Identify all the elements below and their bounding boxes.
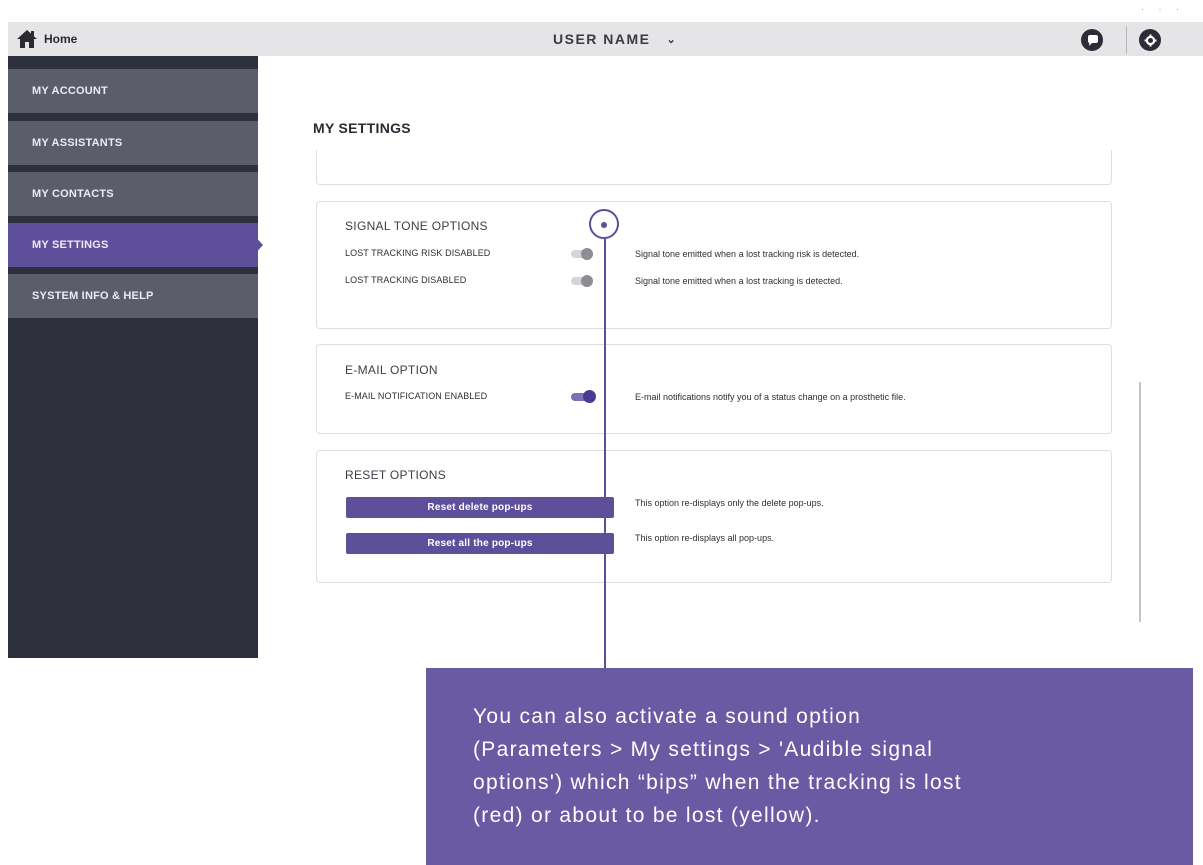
window-controls[interactable]: · · · (1141, 4, 1185, 14)
setting-label: LOST TRACKING DISABLED (345, 275, 467, 285)
callout-box: You can also activate a sound option (Pa… (426, 668, 1193, 865)
scrollbar[interactable] (1139, 382, 1141, 622)
sidebar-item-my-assistants[interactable]: MY ASSISTANTS (8, 121, 258, 165)
setting-description: E-mail notifications notify you of a sta… (635, 392, 906, 402)
home-icon (17, 30, 37, 48)
settings-button[interactable] (1139, 29, 1161, 51)
reset-delete-popups-button[interactable]: Reset delete pop-ups (346, 497, 614, 518)
setting-description: Signal tone emitted when a lost tracking… (635, 276, 843, 286)
chevron-down-icon: ⌄ (666, 33, 678, 46)
setting-description: This option re-displays only the delete … (635, 498, 824, 508)
previous-card-bottom (316, 150, 1112, 185)
card-title: SIGNAL TONE OPTIONS (345, 219, 488, 233)
setting-label: LOST TRACKING RISK DISABLED (345, 248, 491, 258)
chat-button[interactable] (1081, 29, 1103, 51)
topbar-divider (1126, 26, 1127, 54)
setting-label: E-MAIL NOTIFICATION ENABLED (345, 391, 488, 401)
sidebar-item-label: MY CONTACTS (32, 188, 114, 200)
page-title: MY SETTINGS (313, 120, 411, 136)
sidebar-item-label: MY ACCOUNT (32, 85, 108, 97)
reset-options-card: RESET OPTIONS Reset delete pop-ups This … (316, 450, 1112, 583)
callout-connector-line (604, 239, 606, 670)
user-menu[interactable]: USER NAME ⌄ (553, 22, 677, 56)
sidebar-item-my-account[interactable]: MY ACCOUNT (8, 69, 258, 113)
gear-icon (1144, 34, 1156, 46)
sidebar-item-system-info-help[interactable]: SYSTEM INFO & HELP (8, 274, 258, 318)
callout-marker-dot (601, 222, 607, 228)
setting-description: Signal tone emitted when a lost tracking… (635, 249, 860, 259)
callout-marker (589, 209, 619, 239)
sidebar: MY ACCOUNT MY ASSISTANTS MY CONTACTS MY … (8, 56, 258, 658)
home-label: Home (44, 32, 78, 46)
sidebar-item-label: MY SETTINGS (32, 239, 109, 251)
card-title: RESET OPTIONS (345, 468, 447, 482)
signal-tone-card: SIGNAL TONE OPTIONS LOST TRACKING RISK D… (316, 201, 1112, 329)
user-name: USER NAME (553, 31, 651, 47)
sidebar-item-my-settings[interactable]: MY SETTINGS (8, 223, 258, 267)
callout-text: You can also activate a sound option (Pa… (473, 705, 962, 827)
sidebar-item-my-contacts[interactable]: MY CONTACTS (8, 172, 258, 216)
sidebar-item-label: SYSTEM INFO & HELP (32, 290, 154, 302)
sidebar-item-label: MY ASSISTANTS (32, 137, 123, 149)
home-button[interactable]: Home (16, 29, 77, 49)
top-bar: Home USER NAME ⌄ (8, 22, 1203, 56)
lost-tracking-risk-toggle[interactable] (571, 248, 595, 260)
email-option-card: E-MAIL OPTION E-MAIL NOTIFICATION ENABLE… (316, 344, 1112, 434)
email-notification-toggle[interactable] (571, 390, 596, 403)
chat-bubble-icon (1087, 34, 1098, 46)
active-item-arrow (250, 231, 263, 259)
reset-all-popups-button[interactable]: Reset all the pop-ups (346, 533, 614, 554)
setting-description: This option re-displays all pop-ups. (635, 533, 775, 543)
lost-tracking-toggle[interactable] (571, 275, 595, 287)
card-title: E-MAIL OPTION (345, 363, 438, 377)
